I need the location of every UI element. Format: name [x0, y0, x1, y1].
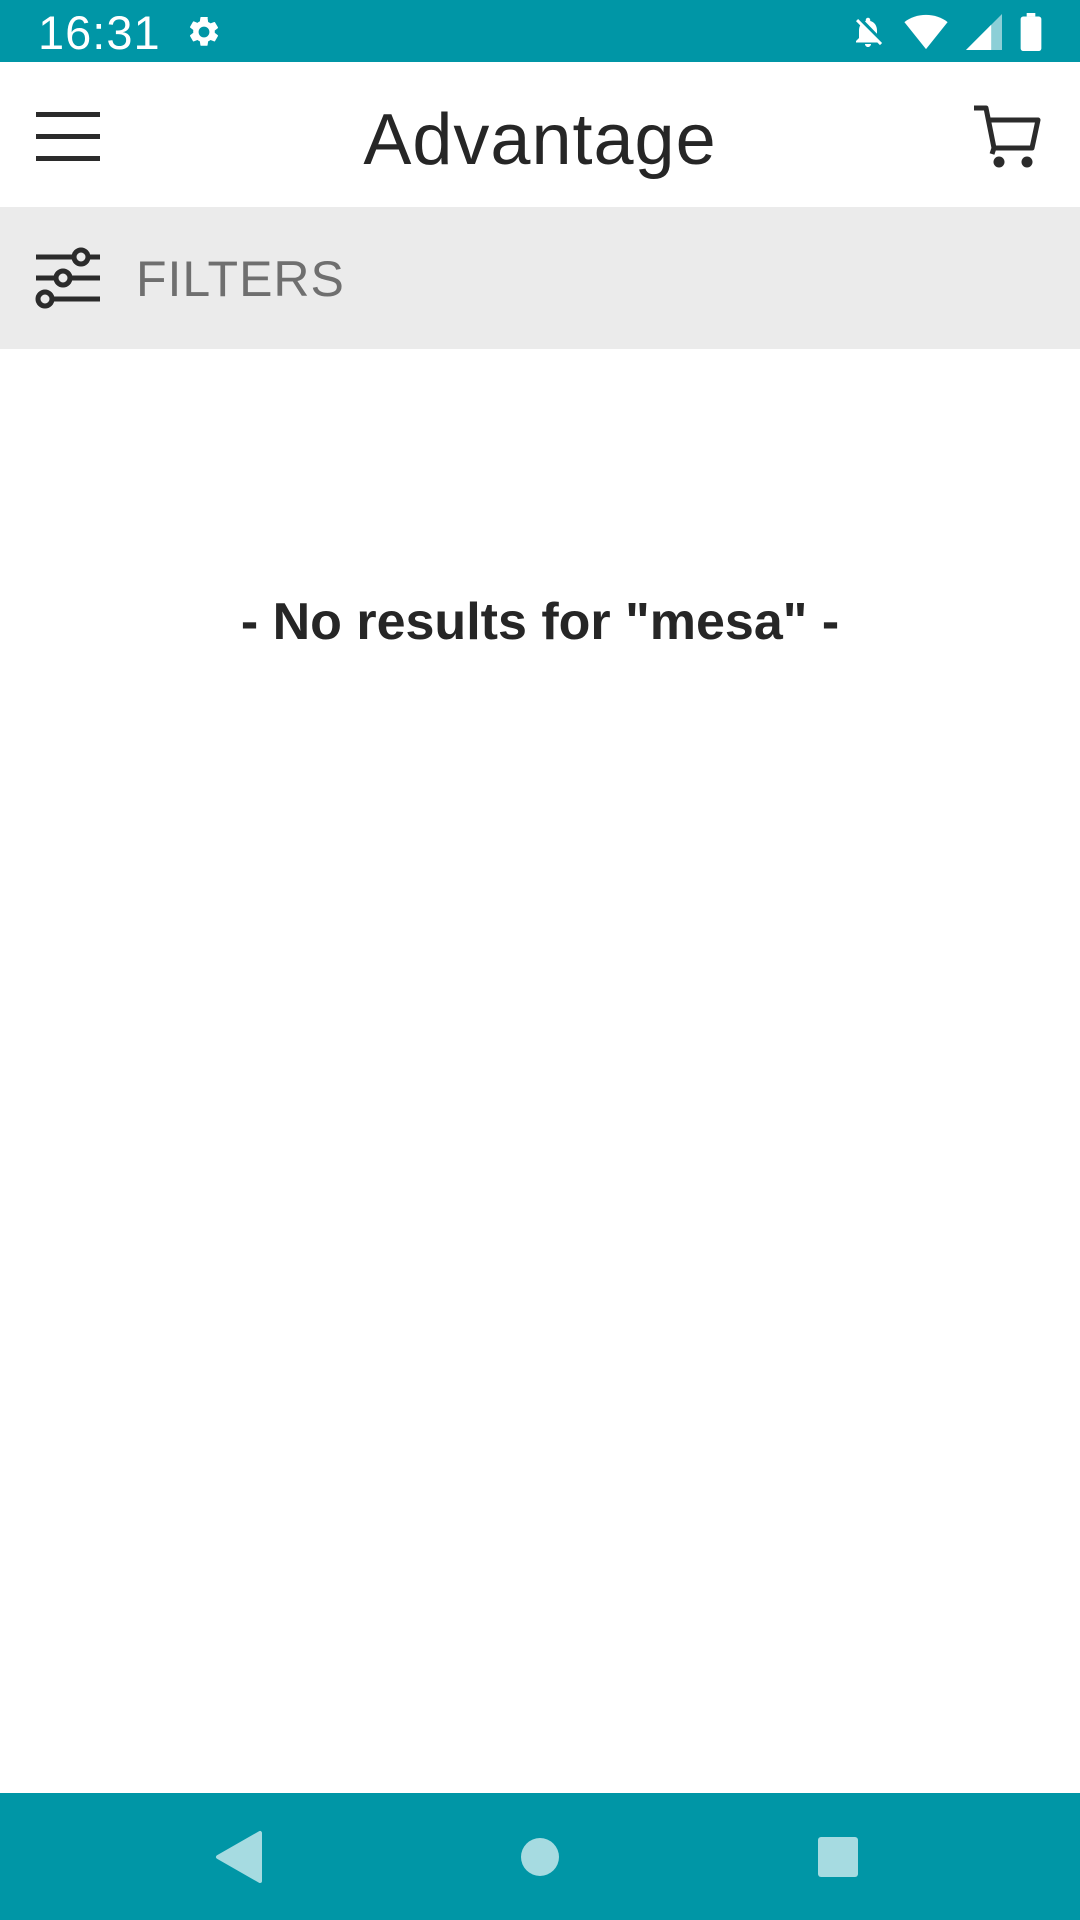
status-icons	[850, 12, 1042, 52]
signal-icon	[966, 14, 1002, 50]
notifications-off-icon	[856, 17, 883, 47]
home-button[interactable]	[498, 1815, 582, 1899]
search-results: - No results for "mesa" -	[0, 349, 1080, 1793]
filters-label: FILTERS	[136, 251, 345, 307]
recents-button[interactable]	[796, 1815, 880, 1899]
recents-icon	[818, 1837, 858, 1877]
no-results-message: - No results for "mesa" -	[240, 593, 840, 651]
sliders-icon	[35, 247, 100, 309]
status-bar: 16:31	[0, 0, 1080, 62]
app-bar: Advantage	[0, 62, 1080, 207]
cart-button[interactable]	[966, 98, 1054, 182]
battery-icon	[1020, 13, 1042, 51]
status-time: 16:31	[38, 6, 161, 59]
navigation-bar	[0, 1793, 1080, 1920]
app-title: Advantage	[363, 100, 717, 180]
wifi-icon	[904, 14, 948, 50]
back-icon	[216, 1831, 262, 1883]
settings-gear-icon	[189, 16, 219, 46]
filters-bar[interactable]: FILTERS	[0, 207, 1080, 349]
back-button[interactable]	[198, 1815, 282, 1899]
shopping-cart-icon	[974, 105, 1041, 168]
home-icon	[521, 1838, 559, 1876]
